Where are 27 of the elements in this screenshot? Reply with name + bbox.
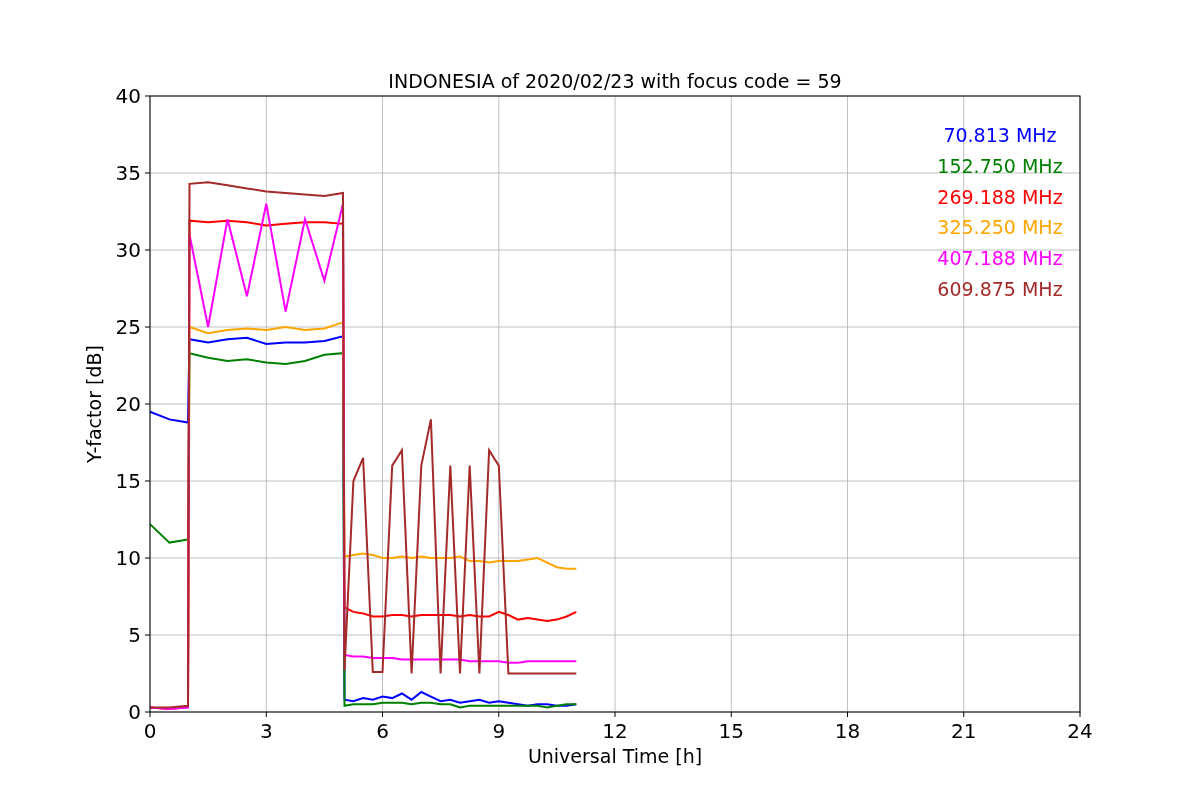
- y-tick-label: 5: [128, 623, 141, 647]
- y-tick-label: 40: [115, 84, 141, 108]
- x-tick-label: 6: [376, 719, 389, 743]
- y-tick-label: 20: [115, 392, 141, 416]
- y-tick-label: 35: [115, 161, 141, 185]
- x-tick-label: 21: [951, 719, 977, 743]
- y-axis-label: Y-factor [dB]: [83, 345, 105, 463]
- legend-label: 407.188 MHz: [937, 247, 1063, 270]
- y-tick-label: 0: [128, 700, 141, 724]
- x-tick-label: 3: [259, 719, 273, 743]
- y-tick-label: 10: [115, 546, 141, 570]
- x-tick-label: 18: [834, 719, 861, 743]
- y-tick-label: 25: [115, 315, 141, 339]
- y-tick-label: 30: [115, 238, 141, 262]
- legend-label: 325.250 MHz: [937, 216, 1063, 239]
- legend-label: 70.813 MHz: [943, 124, 1057, 146]
- x-tick-label: 15: [718, 719, 744, 743]
- chart-title: INDONESIA of 2020/02/23 with focus code = 59: [388, 70, 842, 92]
- y-tick-label: 15: [115, 469, 141, 493]
- legend-label: 609.875 MHz: [937, 278, 1063, 300]
- x-tick-label: 9: [492, 719, 506, 743]
- x-tick-label: 0: [143, 719, 157, 743]
- x-tick-label: 24: [1067, 719, 1093, 743]
- legend-label: 269.188 MHz: [937, 185, 1063, 208]
- x-axis-label: Universal Time [h]: [527, 745, 703, 767]
- x-tick-label: 12: [602, 719, 628, 743]
- legend-label: 152.750 MHz: [937, 154, 1063, 177]
